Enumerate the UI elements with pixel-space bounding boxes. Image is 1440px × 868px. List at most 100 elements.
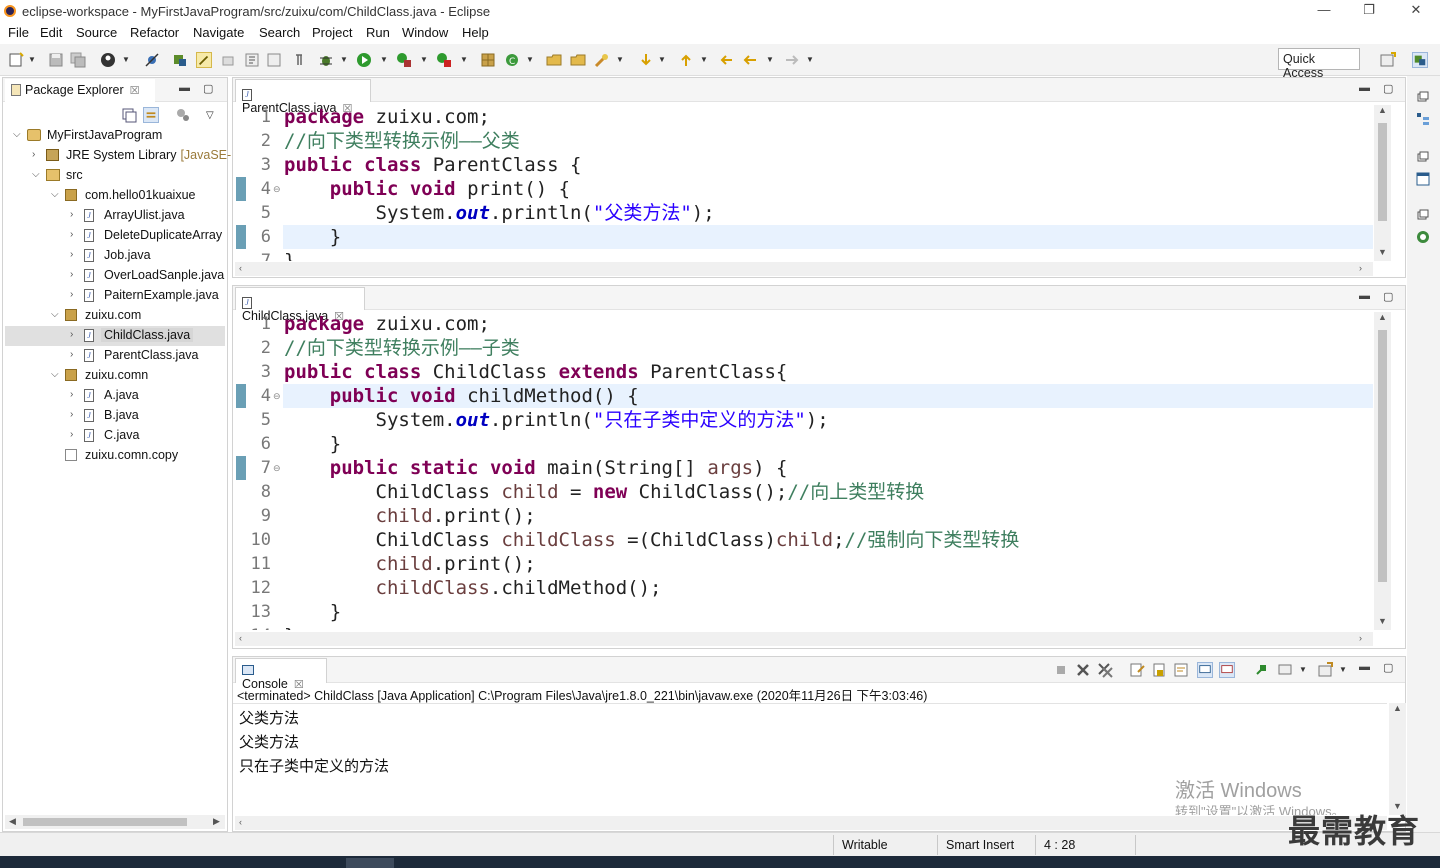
tree-horizontal-scrollbar[interactable]: ◀ ▶ — [5, 815, 225, 829]
tree-item[interactable]: › J Job.java — [5, 246, 225, 266]
scroll-thumb[interactable] — [1378, 330, 1387, 582]
java-perspective-icon[interactable] — [172, 52, 188, 68]
collapse-chevron-icon[interactable]: ⌵ — [32, 169, 42, 180]
tab-childclass[interactable]: JChildClass.java ☒ — [235, 287, 365, 323]
coverage-icon[interactable] — [396, 52, 412, 68]
profile-dropdown-icon[interactable]: ▼ — [122, 55, 130, 64]
tree-item[interactable]: ⌵ zuixu.com — [5, 306, 225, 326]
save-icon[interactable] — [48, 52, 64, 68]
console-horizontal-scrollbar[interactable]: ‹ — [235, 816, 1387, 830]
scroll-up-icon[interactable]: ▲ — [1378, 105, 1387, 115]
word-wrap-icon[interactable] — [1173, 662, 1189, 678]
debug-dropdown-icon[interactable]: ▼ — [340, 55, 348, 64]
expand-chevron-icon[interactable]: › — [32, 149, 42, 160]
view-menu-icon[interactable]: ▽ — [206, 110, 214, 121]
maximize-view-icon[interactable]: ▢ — [203, 82, 213, 95]
collapse-all-icon[interactable] — [121, 107, 137, 123]
console-vertical-scrollbar[interactable]: ▲ ▼ — [1389, 703, 1406, 815]
menu-project[interactable]: Project — [312, 25, 352, 40]
search-dropdown-icon[interactable]: ▼ — [616, 55, 624, 64]
run-dropdown-icon[interactable]: ▼ — [380, 55, 388, 64]
maximize-editor-icon[interactable]: ▢ — [1383, 82, 1393, 95]
scroll-up-icon[interactable]: ▲ — [1378, 312, 1387, 322]
pin-console-icon[interactable] — [1253, 662, 1269, 678]
tree-item[interactable]: zuixu.comn.copy — [5, 446, 225, 466]
scroll-left-icon[interactable]: ‹ — [239, 263, 242, 273]
scroll-right-icon[interactable]: › — [1359, 633, 1362, 643]
last-edit-location-icon[interactable] — [718, 52, 734, 68]
fold-toggle-icon[interactable]: ⊖ — [273, 391, 281, 402]
menu-window[interactable]: Window — [402, 25, 448, 40]
code-area-childclass[interactable]: 1 package zuixu.com; 2 //向下类型转换示例——子类 3 publi… — [233, 312, 1373, 630]
new-class-dropdown-icon[interactable]: ▼ — [526, 55, 534, 64]
tree-item[interactable]: ⌵ com.hello01kuaixue — [5, 186, 225, 206]
expand-chevron-icon[interactable]: › — [70, 249, 80, 260]
close-button[interactable]: ✕ — [1402, 2, 1430, 20]
maximize-editor-icon[interactable]: ▢ — [1383, 290, 1393, 303]
code-area-parentclass[interactable]: 1 package zuixu.com; 2 //向下类型转换示例——父类 3 publi… — [233, 105, 1373, 261]
tree-item[interactable]: › J ChildClass.java — [5, 326, 225, 346]
editor-top-vertical-scrollbar[interactable]: ▲ ▼ — [1374, 105, 1391, 261]
show-whitespace-icon[interactable] — [244, 52, 260, 68]
show-paragraph-icon[interactable] — [290, 52, 306, 68]
search-icon[interactable] — [594, 52, 610, 68]
scroll-left-icon[interactable]: ◀ — [9, 816, 16, 827]
next-annotation-dropdown-icon[interactable]: ▼ — [658, 55, 666, 64]
minimize-button[interactable]: — — [1310, 2, 1338, 20]
new-dropdown-icon[interactable]: ▼ — [28, 55, 36, 64]
tree-item[interactable]: › J A.java — [5, 386, 225, 406]
tree-item[interactable]: › J ArrayUlist.java — [5, 206, 225, 226]
tree-item[interactable]: ⌵ zuixu.comn — [5, 366, 225, 386]
scroll-lock-icon[interactable] — [1151, 662, 1167, 678]
scroll-right-icon[interactable]: › — [1359, 263, 1362, 273]
coverage-dropdown-icon[interactable]: ▼ — [420, 55, 428, 64]
toggle-word-wrap-icon[interactable] — [266, 52, 282, 68]
editor-bottom-vertical-scrollbar[interactable]: ▲ ▼ — [1374, 312, 1391, 630]
tab-console[interactable]: Console ☒ — [235, 658, 327, 691]
tree-item[interactable]: › J OverLoadSanple.java — [5, 266, 225, 286]
scroll-right-icon[interactable]: ▶ — [213, 816, 220, 827]
open-type-icon[interactable] — [546, 52, 562, 68]
collapse-chevron-icon[interactable]: ⌵ — [51, 189, 61, 200]
remove-all-terminated-icon[interactable] — [1097, 662, 1113, 678]
expand-chevron-icon[interactable]: › — [70, 389, 80, 400]
tree-item[interactable]: › J B.java — [5, 406, 225, 426]
collapse-chevron-icon[interactable]: ⌵ — [13, 129, 23, 140]
profile-icon[interactable] — [100, 52, 116, 68]
restore-view-icon[interactable] — [1416, 208, 1430, 222]
task-list-icon[interactable] — [1416, 172, 1430, 186]
focus-active-task-icon[interactable] — [175, 107, 191, 123]
menu-help[interactable]: Help — [462, 25, 489, 40]
menu-navigate[interactable]: Navigate — [193, 25, 244, 40]
menu-edit[interactable]: Edit — [40, 25, 62, 40]
open-console-icon[interactable] — [1317, 662, 1333, 678]
previous-annotation-icon[interactable] — [678, 52, 694, 68]
tree-item[interactable]: › J PaiternExample.java — [5, 286, 225, 306]
menu-file[interactable]: File — [8, 25, 29, 40]
menu-source[interactable]: Source — [76, 25, 117, 40]
expand-chevron-icon[interactable]: › — [70, 409, 80, 420]
status-insert-mode[interactable]: Smart Insert — [946, 838, 1014, 852]
scroll-down-icon[interactable]: ▼ — [1378, 616, 1387, 626]
menu-refactor[interactable]: Refactor — [130, 25, 179, 40]
tree-item[interactable]: › JRE System Library [JavaSE- — [5, 146, 231, 166]
package-explorer-tab[interactable]: Package Explorer ☒ — [5, 79, 155, 102]
forward-dropdown-icon[interactable]: ▼ — [806, 55, 814, 64]
expand-chevron-icon[interactable]: › — [70, 229, 80, 240]
external-tools-icon[interactable] — [436, 52, 452, 68]
quick-access-input[interactable]: Quick Access — [1278, 48, 1360, 80]
new-java-package-icon[interactable] — [480, 52, 496, 68]
restore-view-icon[interactable] — [1416, 90, 1430, 104]
display-console-dropdown-icon[interactable]: ▼ — [1299, 665, 1307, 674]
skip-breakpoints-icon[interactable] — [144, 52, 160, 68]
open-perspective-icon[interactable] — [1380, 52, 1396, 68]
restore-button[interactable]: ❐ — [1355, 2, 1383, 20]
expand-chevron-icon[interactable]: › — [70, 289, 80, 300]
minimize-console-icon[interactable]: ▬ — [1359, 661, 1370, 673]
restore-view-icon[interactable] — [1416, 150, 1430, 164]
fold-toggle-icon[interactable]: ⊖ — [273, 184, 281, 195]
scroll-down-icon[interactable]: ▼ — [1378, 247, 1387, 257]
scroll-thumb[interactable] — [23, 818, 187, 826]
maximize-console-icon[interactable]: ▢ — [1383, 661, 1393, 674]
forward-icon[interactable] — [784, 52, 800, 68]
